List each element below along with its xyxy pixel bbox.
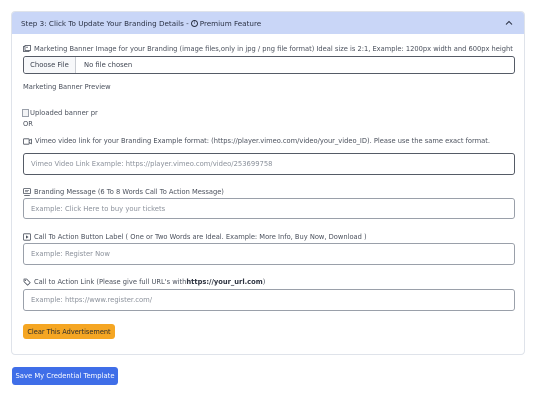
video-icon: [23, 137, 32, 145]
cta-label-input[interactable]: Example: Register Now: [23, 243, 515, 265]
banner-label: Marketing Banner Image for your Branding…: [23, 45, 513, 53]
cta-label-label-text: Call To Action Button Label ( One or Two…: [34, 233, 367, 241]
banner-preview-alt: Uploaded banner pr: [30, 109, 98, 117]
banner-preview-image: Uploaded banner pr: [22, 109, 98, 117]
no-file-text: No file chosen: [84, 61, 133, 69]
vimeo-label: Vimeo video link for your Branding Examp…: [23, 137, 490, 145]
step3-title: Step 3: Click To Update Your Branding De…: [21, 18, 189, 28]
clear-advertisement-button[interactable]: Clear This Advertisement: [23, 324, 115, 339]
info-icon: i: [190, 19, 198, 27]
vimeo-link-input[interactable]: Vimeo Video Link Example: https://player…: [23, 153, 515, 175]
save-credential-template-button[interactable]: Save My Credential Template: [12, 367, 118, 385]
play-icon: [23, 233, 31, 241]
branding-message-label-text: Branding Message (6 To 8 Words Call To A…: [34, 188, 224, 196]
banner-file-input[interactable]: Choose File No file chosen: [23, 56, 515, 74]
choose-file-button[interactable]: Choose File: [24, 57, 76, 73]
cta-link-label-suffix: ): [262, 278, 266, 286]
banner-preview-label: Marketing Banner Preview: [23, 83, 111, 91]
or-divider-text: OR: [23, 120, 33, 128]
link-icon: [23, 278, 31, 286]
cta-link-label-bold: https://your_url.com: [186, 278, 263, 286]
cta-label-label: Call To Action Button Label ( One or Two…: [23, 233, 367, 241]
step3-header[interactable]: Step 3: Click To Update Your Branding De…: [12, 12, 524, 34]
branding-panel: Step 3: Click To Update Your Branding De…: [11, 11, 525, 355]
cta-link-input[interactable]: Example: https://www.register.com/: [23, 289, 515, 311]
cta-link-label: Call to Action Link (Please give full UR…: [23, 278, 265, 286]
vimeo-label-text: Vimeo video link for your Branding Examp…: [35, 137, 491, 145]
images-icon: [23, 45, 31, 52]
branding-message-label: Branding Message (6 To 8 Words Call To A…: [23, 188, 224, 196]
banner-label-text: Marketing Banner Image for your Branding…: [34, 45, 513, 53]
chevron-up-icon[interactable]: [504, 18, 514, 28]
broken-image-icon: [22, 109, 29, 117]
branding-message-input[interactable]: Example: Click Here to buy your tickets: [23, 198, 515, 219]
cta-link-label-prefix: Call to Action Link (Please give full UR…: [34, 278, 187, 286]
premium-label: Premium Feature: [199, 18, 262, 28]
message-icon: [23, 188, 31, 196]
